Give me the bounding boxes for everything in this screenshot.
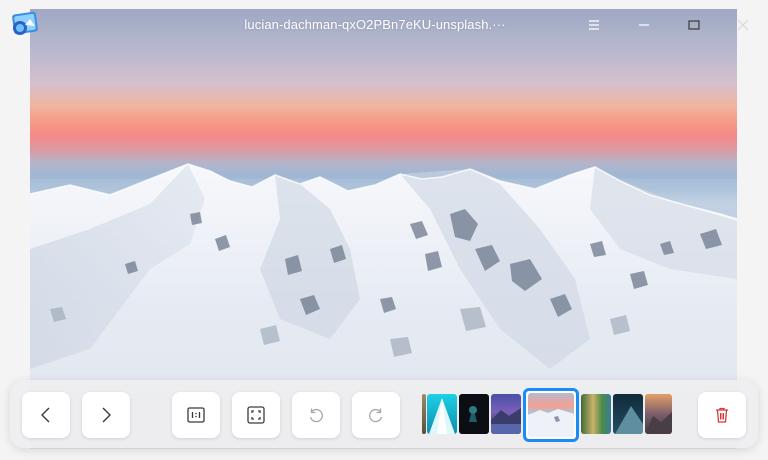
thumbnail-image [491,408,521,434]
rotate-clockwise-icon [369,408,383,423]
thumbnail-image [528,393,574,437]
one-to-one-icon [187,407,205,423]
thumbnail-strip[interactable] [422,388,672,442]
trash-icon [716,407,728,423]
fit-to-window-button[interactable] [232,392,280,438]
thumbnail-image [469,406,477,422]
window-title: lucian-dachman-qxO2PBn7eKU-unsplash.··· [244,17,506,32]
hamburger-menu-icon [589,20,599,30]
minimize-button[interactable] [631,12,657,38]
chevron-right-icon [102,407,111,423]
image-viewer-app-icon[interactable] [10,11,40,39]
rotate-right-button[interactable] [352,392,400,438]
thumb-dark-teal-peak[interactable] [613,394,643,434]
next-button[interactable] [82,392,130,438]
previous-button[interactable] [22,392,70,438]
thumb-dark-astronaut[interactable] [459,394,489,434]
chevron-left-icon [41,407,50,423]
maximize-button[interactable] [681,12,707,38]
fit-to-window-icon [247,406,265,424]
thumb-green-aerial[interactable] [581,394,611,434]
rotate-counterclockwise-icon [309,408,323,423]
thumbnail-image [645,412,672,434]
thumbnail-image [429,398,455,434]
rotate-left-button[interactable] [292,392,340,438]
delete-button[interactable] [698,392,746,438]
thumbnail-image [615,406,643,434]
thumb-snow-mountain[interactable] [523,388,579,442]
maximize-icon [688,20,700,30]
close-icon [737,19,749,31]
thumb-sunset-peak[interactable] [645,394,672,434]
thumb-partial-left[interactable] [422,394,426,434]
close-button[interactable] [730,12,756,38]
minimize-icon [639,24,649,26]
actual-size-button[interactable] [172,392,220,438]
thumb-purple-lake[interactable] [491,394,521,434]
bottom-toolbar [10,380,758,448]
title-bar: lucian-dachman-qxO2PBn7eKU-unsplash.··· [0,0,768,50]
menu-button[interactable] [581,12,607,38]
image-viewer-window: lucian-dachman-qxO2PBn7eKU-unsplash.··· [0,0,768,460]
thumb-cyan-ice[interactable] [427,394,457,434]
